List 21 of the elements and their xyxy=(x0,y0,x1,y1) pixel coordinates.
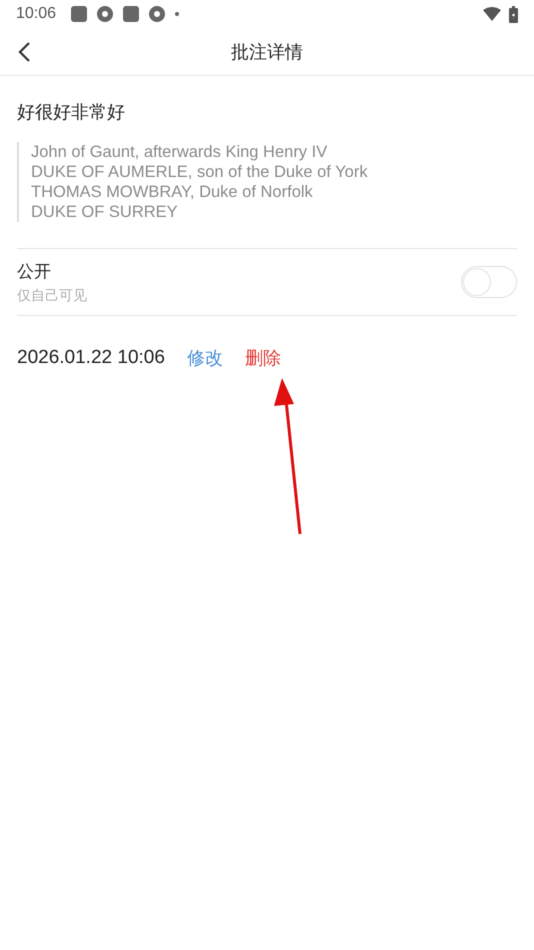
delete-link[interactable]: 删除 xyxy=(244,346,281,370)
edit-link[interactable]: 修改 xyxy=(186,346,223,370)
public-toggle[interactable] xyxy=(461,266,517,298)
timestamp: 2026.01.22 10:06 xyxy=(17,347,165,369)
status-time: 10:06 xyxy=(16,5,56,23)
chevron-left-icon xyxy=(17,41,31,63)
dot-icon xyxy=(174,11,180,17)
aperture-icon xyxy=(148,5,166,23)
public-label: 公开 xyxy=(17,260,52,282)
quote-line: John of Gaunt, afterwards King Henry IV xyxy=(31,142,328,162)
wifi-icon xyxy=(483,7,501,21)
page-title: 批注详情 xyxy=(231,40,303,64)
note-text: 好很好非常好 xyxy=(17,101,126,124)
quote-line: DUKE OF SURREY xyxy=(31,202,179,222)
notification-icon xyxy=(122,5,140,23)
visibility-hint: 仅自己可见 xyxy=(17,286,88,304)
notification-icon xyxy=(70,5,88,23)
aperture-icon xyxy=(96,5,114,23)
quote-line: THOMAS MOWBRAY, Duke of Norfolk xyxy=(31,182,314,202)
quote-line: DUKE OF AUMERLE, son of the Duke of York xyxy=(31,162,369,182)
battery-icon xyxy=(509,6,518,22)
